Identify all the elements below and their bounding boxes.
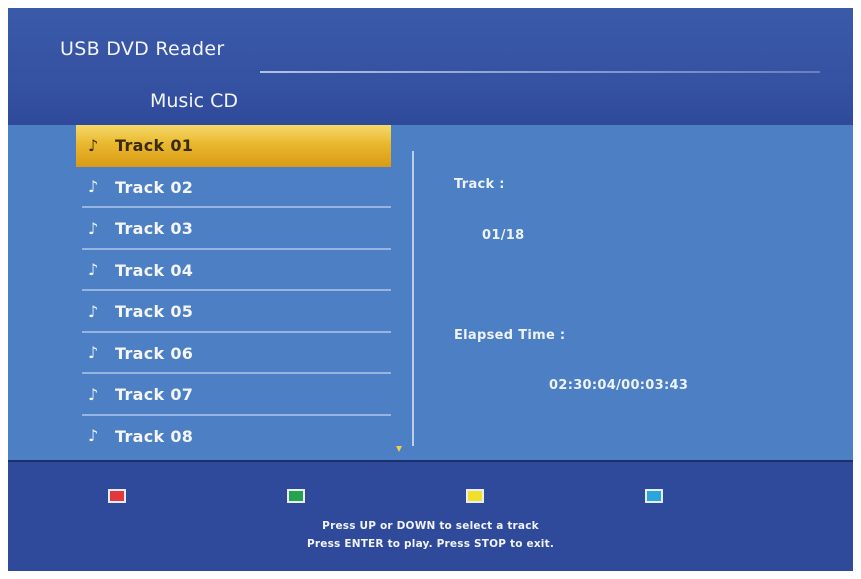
track-list: ♪ Track 01 ♪ Track 02 ♪ Track 03 ♪ Track 04 ♪ Tra… [76,125,391,457]
track-value: 01/18 [482,228,525,243]
track-label: Track 07 [115,385,194,405]
track-item[interactable]: ♪ Track 06 [76,333,391,375]
yellow-key-button[interactable] [466,489,484,503]
track-item[interactable]: ♪ Track 04 [76,250,391,292]
music-note-icon: ♪ [88,384,99,404]
track-item[interactable]: ♪ Track 05 [76,291,391,333]
music-note-icon: ♪ [88,218,99,238]
music-note-icon: ♪ [88,426,99,446]
blue-key-button[interactable] [645,489,663,503]
music-note-icon: ♪ [88,177,99,197]
section-title: Music CD [150,90,238,112]
elapsed-time-value: 02:30:04/00:03:43 [549,378,689,393]
track-item[interactable]: ♪ Track 03 [76,208,391,250]
header-divider [260,71,820,73]
track-item[interactable]: ♪ Track 02 [76,167,391,209]
track-item[interactable]: ♪ Track 07 [76,374,391,416]
footer: Press UP or DOWN to select a track Press… [8,460,853,571]
hint-line-1: Press UP or DOWN to select a track [322,520,539,532]
music-note-icon: ♪ [88,301,99,321]
panel-divider [412,151,414,446]
app-title: USB DVD Reader [60,38,225,60]
music-note-icon: ♪ [88,343,99,363]
content-area: ♪ Track 01 ♪ Track 02 ♪ Track 03 ♪ Track 04 ♪ Tra… [8,125,853,460]
track-label: Track 05 [115,302,194,322]
track-label: Track 01 [115,136,194,156]
elapsed-time-label: Elapsed Time : [454,328,566,343]
track-item[interactable]: ♪ Track 01 [76,125,391,167]
track-label: Track 02 [115,177,194,197]
track-label: Track 06 [115,343,194,363]
scroll-down-icon [396,446,402,452]
track-label: Track 03 [115,219,194,239]
track-label: Track 04 [115,260,194,280]
track-label: Track : [454,177,505,192]
dvd-player-screen: USB DVD Reader Music CD ♪ Track 01 ♪ Track … [8,8,853,571]
green-key-button[interactable] [287,489,305,503]
red-key-button[interactable] [108,489,126,503]
music-note-icon: ♪ [88,135,99,155]
track-label: Track 08 [115,426,194,446]
track-item[interactable]: ♪ Track 08 [76,416,391,458]
hint-line-2: Press ENTER to play. Press STOP to exit. [306,538,555,550]
header: USB DVD Reader Music CD [8,8,853,125]
music-note-icon: ♪ [88,260,99,280]
